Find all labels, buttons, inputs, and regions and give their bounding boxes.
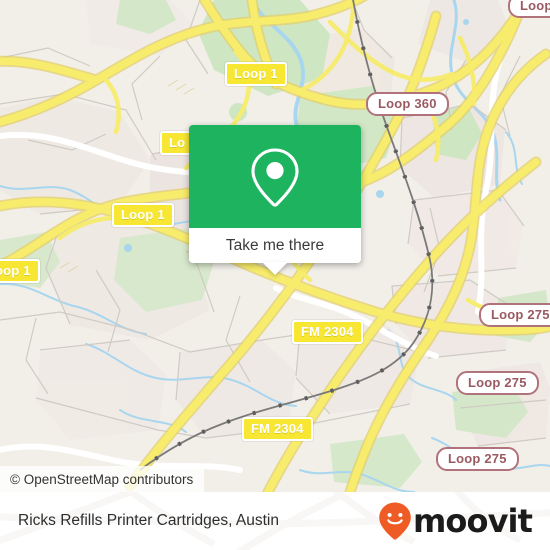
- road-shield-fm-2304-lower: FM 2304: [242, 417, 313, 441]
- callout-pointer: [262, 262, 288, 275]
- road-shield-loop-1-top: Loop 1: [225, 62, 287, 86]
- callout-image-panel: [189, 125, 361, 228]
- road-shield-loop-360: Loop 360: [366, 92, 449, 116]
- moovit-smiley-pin-icon: [379, 502, 411, 540]
- road-shield-loop-275-lower: Loop 275: [436, 447, 519, 471]
- footer-bar: Ricks Refills Printer Cartridges, Austin…: [0, 492, 550, 550]
- road-shield-loop-275-upper: Loop 275: [479, 303, 550, 327]
- moovit-brand-logo[interactable]: moovit: [378, 501, 533, 541]
- road-shield-fm-2304-upper: FM 2304: [292, 320, 363, 344]
- moovit-wordmark: moovit: [412, 502, 533, 540]
- moovit-map-page: LoopLoop 1Loop 360LoLoop 1oop 1FM 2304Lo…: [0, 0, 550, 550]
- place-title: Ricks Refills Printer Cartridges, Austin: [18, 512, 279, 529]
- osm-attribution[interactable]: © OpenStreetMap contributors: [0, 466, 205, 492]
- map-pin-icon: [251, 147, 299, 207]
- map-canvas[interactable]: LoopLoop 1Loop 360LoLoop 1oop 1FM 2304Lo…: [0, 0, 550, 492]
- take-me-there-label: Take me there: [225, 236, 325, 254]
- place-callout-card[interactable]: Take me there: [189, 125, 361, 275]
- road-shield-loop-top-right: Loop: [508, 0, 550, 18]
- road-shield-loop-1-left: Loop 1: [112, 203, 174, 227]
- road-shield-loop-275-middle: Loop 275: [456, 371, 539, 395]
- osm-attribution-text: © OpenStreetMap contributors: [10, 471, 194, 487]
- road-shield-loop-1-edge: oop 1: [0, 259, 40, 283]
- take-me-there-button[interactable]: Take me there: [189, 228, 361, 275]
